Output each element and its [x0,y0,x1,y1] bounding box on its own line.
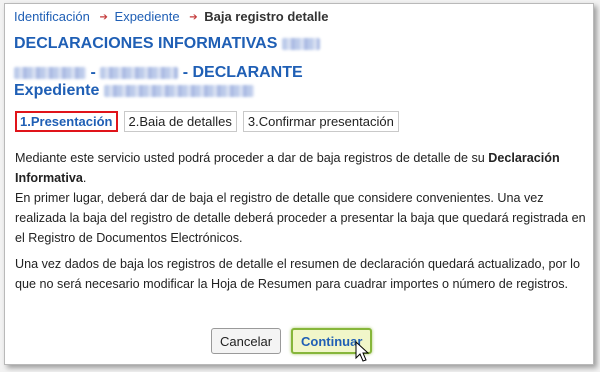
breadcrumb-arrow-icon: ➔ [189,12,198,23]
page-title: DECLARACIONES INFORMATIVAS [14,35,320,53]
breadcrumb-link-identificacion[interactable]: Identificación [14,9,90,24]
mouse-pointer-icon [355,341,369,362]
expediente-label: Expediente [14,82,100,99]
redacted-nif [14,66,86,79]
expediente-line: Expediente [14,82,254,100]
description-paragraph-2: En primer lugar, deberá dar de baja el r… [15,191,586,245]
redacted-model-number [281,37,320,50]
breadcrumb-current: Baja registro detalle [204,9,329,24]
description: Mediante este servicio usted podrá proce… [15,148,587,294]
breadcrumb-arrow-icon: ➔ [99,12,108,23]
step-presentacion[interactable]: 1.Presentación [15,111,118,132]
redacted-expediente-number [103,84,254,97]
step-confirmar[interactable]: 3.Confirmar presentación [242,111,399,132]
cancel-button[interactable]: Cancelar [211,328,282,354]
page-title-text: DECLARACIONES INFORMATIVAS [14,35,278,52]
breadcrumb-link-expediente[interactable]: Expediente [115,9,180,24]
wizard-steps: 1.Presentación 2.Baia de detalles 3.Conf… [15,111,399,132]
declarante-line: - - DECLARANTE [14,64,303,82]
declarante-label: - DECLARANTE [182,64,303,81]
breadcrumb: Identificación ➔ Expediente ➔ Baja regis… [14,9,329,24]
description-paragraph-3: Una vez dados de baja los registros de d… [15,257,580,291]
page-frame: Identificación ➔ Expediente ➔ Baja regis… [4,3,594,365]
action-buttons: Cancelar Continuar [211,328,373,354]
redacted-name [100,66,179,79]
description-paragraph-1: Mediante este servicio usted podrá proce… [15,151,560,185]
step-baja-detalles[interactable]: 2.Baia de detalles [123,111,237,132]
